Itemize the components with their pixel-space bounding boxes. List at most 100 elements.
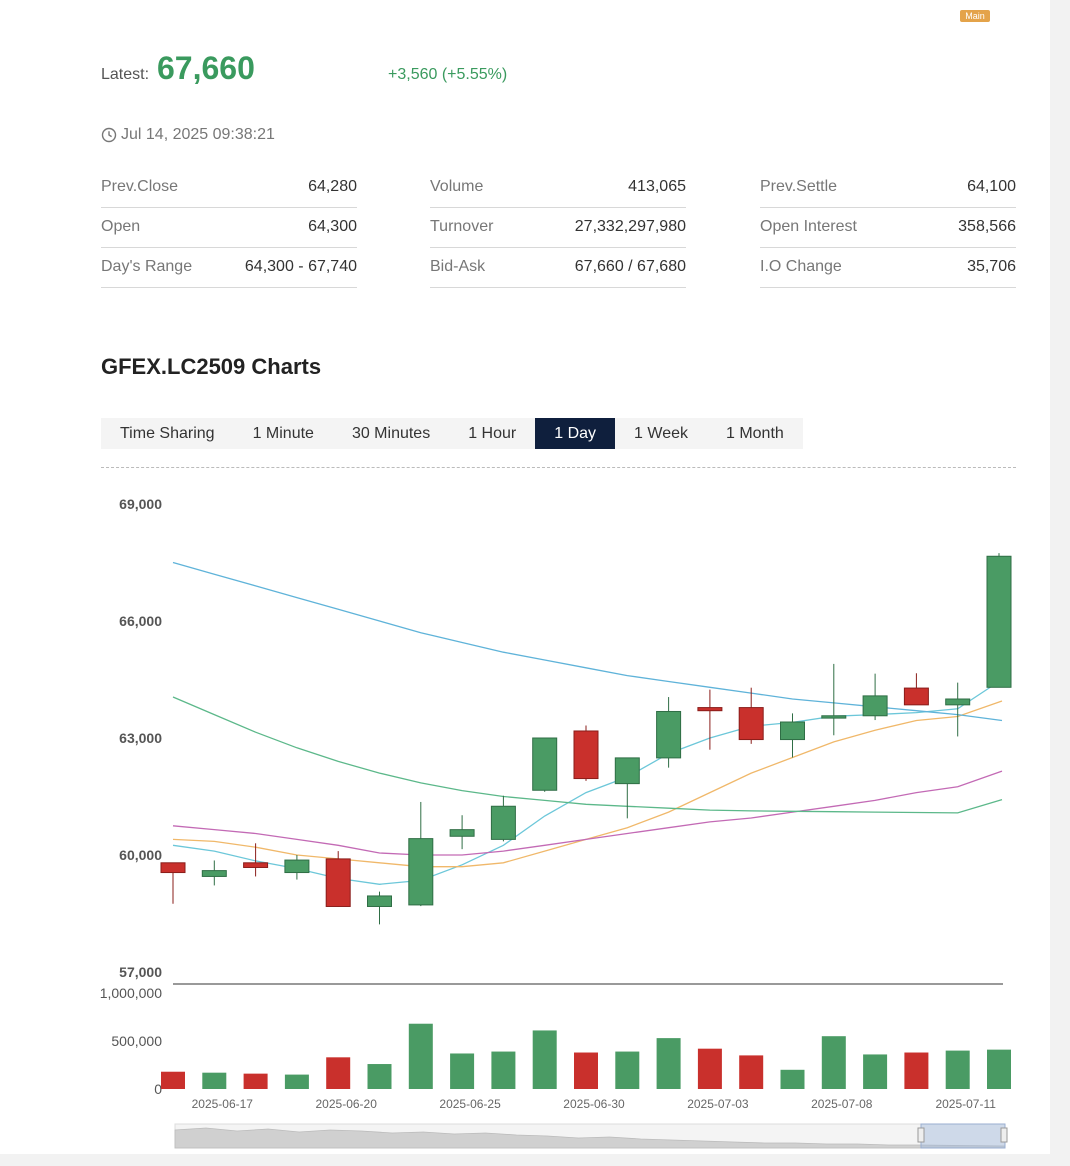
candle-body	[573, 730, 599, 780]
candle-body	[986, 555, 1012, 688]
price-change: +3,560 (+5.55%)	[388, 66, 508, 83]
volume-bar	[739, 1055, 764, 1089]
volume-bar	[574, 1052, 598, 1089]
candle-body	[449, 829, 475, 837]
candle-body	[697, 707, 723, 712]
x-tick-label: 2025-06-25	[439, 1097, 501, 1111]
stat-label: Prev.Close	[101, 178, 179, 195]
candle-body	[201, 870, 227, 877]
stat-prev-close: Prev.Close 64,280	[101, 168, 357, 208]
volume-bar	[284, 1074, 309, 1089]
volume-bar	[202, 1072, 227, 1089]
candle-body	[945, 698, 971, 706]
candle-body	[490, 805, 516, 840]
volume-bar	[367, 1064, 392, 1089]
volume-tick-label: 1,000,000	[100, 985, 162, 1001]
tab-1-minute[interactable]: 1 Minute	[234, 418, 333, 449]
navigator-left-handle	[917, 1127, 925, 1143]
page-edge	[1050, 0, 1060, 1154]
stat-value: 358,566	[958, 218, 1016, 235]
tab-1-day[interactable]: 1 Day	[535, 418, 616, 449]
navigator-selection	[920, 1123, 1006, 1149]
timestamp: Jul 14, 2025 09:38:21	[101, 126, 275, 144]
stat-label: Turnover	[430, 218, 494, 235]
latest-value: 67,660	[157, 50, 255, 86]
timeframe-tabs: Time Sharing 1 Minute 30 Minutes 1 Hour …	[101, 418, 803, 449]
candle-body	[862, 695, 888, 717]
volume-bar	[945, 1050, 970, 1089]
stat-open-interest: Open Interest 358,566	[760, 208, 1016, 248]
tab-time-sharing[interactable]: Time Sharing	[101, 418, 234, 449]
candle-body	[738, 707, 764, 741]
volume-bar	[408, 1023, 433, 1089]
stat-value: 35,706	[967, 258, 1016, 275]
price-tick-label: 63,000	[119, 730, 162, 746]
tab-1-week[interactable]: 1 Week	[615, 418, 707, 449]
stat-value: 67,660 / 67,680	[574, 258, 686, 275]
volume-bar	[697, 1048, 722, 1089]
x-tick-label: 2025-06-30	[563, 1097, 625, 1111]
clock-icon	[101, 127, 117, 143]
navigator-right-handle	[1000, 1127, 1008, 1143]
divider	[101, 467, 1016, 468]
x-tick-label: 2025-06-20	[316, 1097, 378, 1111]
stat-label: Open	[101, 218, 141, 235]
stat-prev-settle: Prev.Settle 64,100	[760, 168, 1016, 208]
stat-turnover: Turnover 27,332,297,980	[430, 208, 686, 248]
stat-value: 64,300 - 67,740	[244, 258, 357, 275]
latest-label: Latest:	[101, 66, 150, 83]
volume-bar	[161, 1071, 185, 1089]
stats-column-1: Prev.Close 64,280 Open 64,300 Day's Rang…	[101, 168, 357, 288]
x-tick-label: 2025-07-03	[687, 1097, 749, 1111]
volume-bar	[326, 1057, 351, 1089]
volume-bar	[656, 1038, 681, 1089]
stat-label: Volume	[430, 178, 484, 195]
stat-volume: Volume 413,065	[430, 168, 686, 208]
moving-average-line	[172, 770, 1003, 856]
stat-value: 413,065	[628, 178, 686, 195]
tab-30-minutes[interactable]: 30 Minutes	[333, 418, 449, 449]
price-tick-label: 60,000	[119, 847, 162, 863]
stat-open: Open 64,300	[101, 208, 357, 248]
candle-body	[408, 838, 434, 906]
candle-body	[903, 687, 929, 706]
price-tick-label: 57,000	[119, 964, 162, 980]
stat-value: 64,280	[308, 178, 357, 195]
price-tick-label: 66,000	[119, 613, 162, 629]
tab-1-month[interactable]: 1 Month	[707, 418, 803, 449]
stat-label: Open Interest	[760, 218, 857, 235]
tab-1-hour[interactable]: 1 Hour	[449, 418, 535, 449]
candle-body	[821, 715, 847, 719]
stat-io-change: I.O Change 35,706	[760, 248, 1016, 288]
candle-body	[656, 710, 682, 759]
main-badge: Main	[960, 10, 990, 22]
volume-bar	[450, 1053, 475, 1089]
volume-bar	[987, 1049, 1011, 1089]
price-tick-label: 69,000	[119, 496, 162, 512]
volume-bar	[491, 1051, 516, 1089]
stat-label: I.O Change	[760, 258, 842, 275]
x-tick-label: 2025-07-11	[935, 1097, 996, 1111]
stat-days-range: Day's Range 64,300 - 67,740	[101, 248, 357, 288]
volume-bar	[863, 1054, 888, 1089]
stats-column-3: Prev.Settle 64,100 Open Interest 358,566…	[760, 168, 1016, 288]
candle-body	[780, 721, 805, 741]
candlestick-chart[interactable]: 57,00060,00063,00066,00069,0000500,0001,…	[0, 470, 1060, 1160]
candle-body	[532, 737, 558, 791]
volume-bar	[243, 1073, 268, 1089]
page: Main Latest: 67,660 +3,560 (+5.55%) Jul …	[0, 0, 1060, 1154]
volume-bar	[780, 1069, 805, 1089]
candle-body	[325, 858, 351, 907]
candle-body	[367, 895, 392, 907]
timestamp-text: Jul 14, 2025 09:38:21	[121, 126, 275, 143]
volume-bar	[904, 1052, 929, 1089]
stat-value: 64,100	[967, 178, 1016, 195]
candle-body	[284, 859, 310, 874]
candle-body	[614, 757, 640, 785]
stat-bid-ask: Bid-Ask 67,660 / 67,680	[430, 248, 686, 288]
candle-body	[243, 862, 269, 868]
volume-bar	[532, 1030, 557, 1089]
stats-column-2: Volume 413,065 Turnover 27,332,297,980 B…	[430, 168, 686, 288]
stat-value: 27,332,297,980	[574, 218, 686, 235]
stat-label: Day's Range	[101, 258, 193, 275]
